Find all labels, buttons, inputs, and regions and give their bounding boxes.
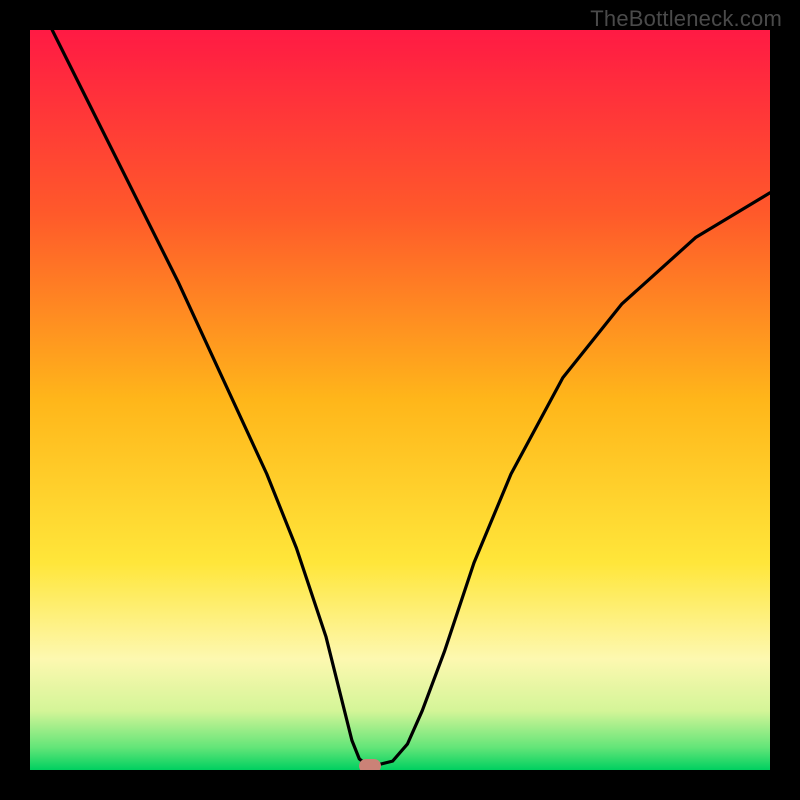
chart-svg bbox=[30, 30, 770, 770]
gradient-background bbox=[30, 30, 770, 770]
optimal-point-marker bbox=[359, 759, 381, 770]
watermark-text: TheBottleneck.com bbox=[590, 6, 782, 32]
plot-area bbox=[30, 30, 770, 770]
